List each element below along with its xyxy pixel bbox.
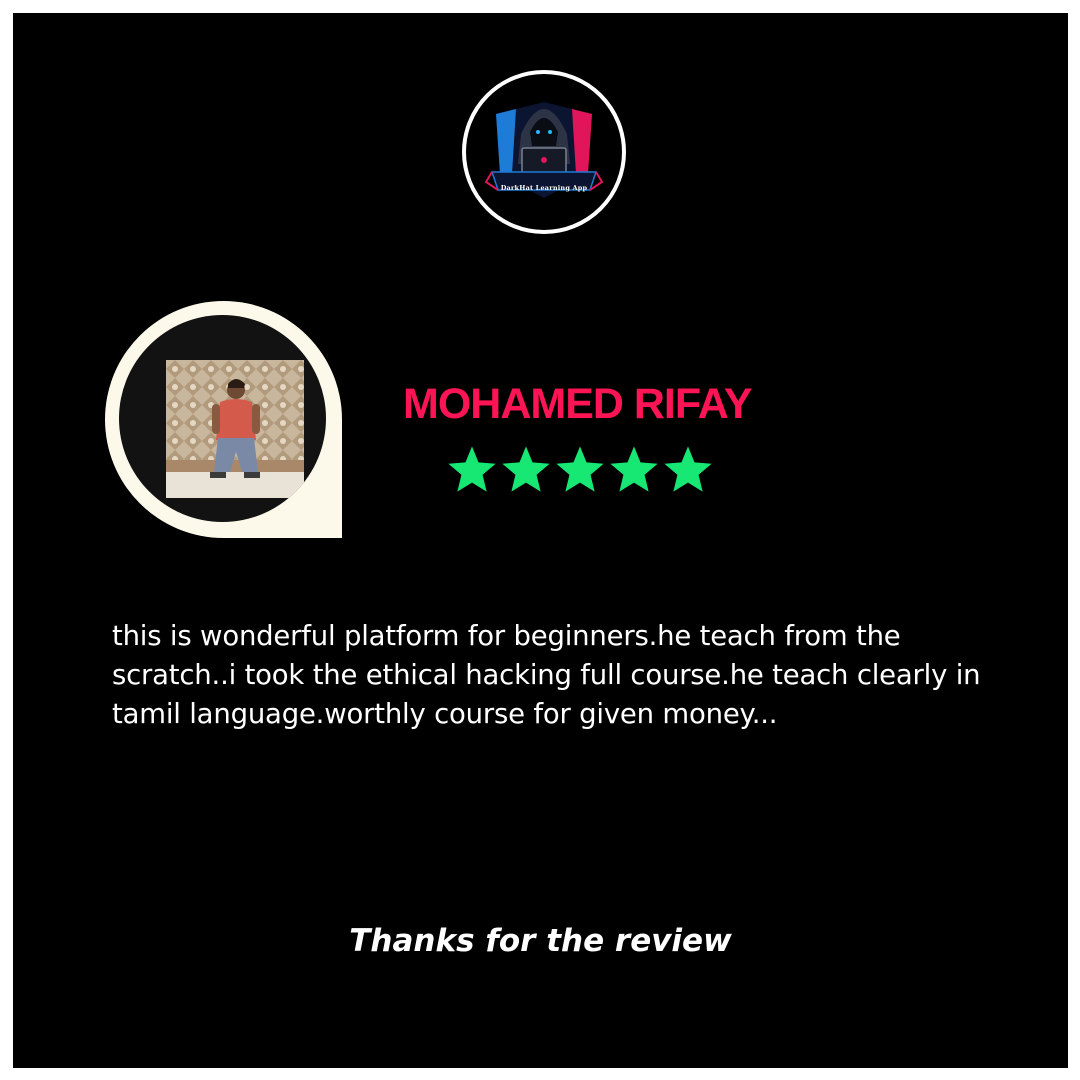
review-card: DarkHat Learning App MOHAMED RIFAY this … xyxy=(13,13,1068,1068)
avatar xyxy=(119,315,326,522)
star-icon xyxy=(556,446,604,492)
review-text: this is wonderful platform for beginners… xyxy=(112,620,981,730)
thanks-message: Thanks for the review xyxy=(349,923,732,959)
star-icon xyxy=(610,446,658,492)
star-icon xyxy=(502,446,550,492)
brand-logo: DarkHat Learning App xyxy=(462,70,626,234)
brand-logo-text: DarkHat Learning App xyxy=(500,184,588,192)
hooded-hacker-laptop-shield-icon xyxy=(484,102,604,198)
star-icon xyxy=(448,446,496,492)
star-rating xyxy=(445,443,725,503)
reviewer-name: MOHAMED RIFAY xyxy=(403,380,753,428)
reviewer-photo xyxy=(166,360,304,498)
star-icon xyxy=(664,446,712,492)
